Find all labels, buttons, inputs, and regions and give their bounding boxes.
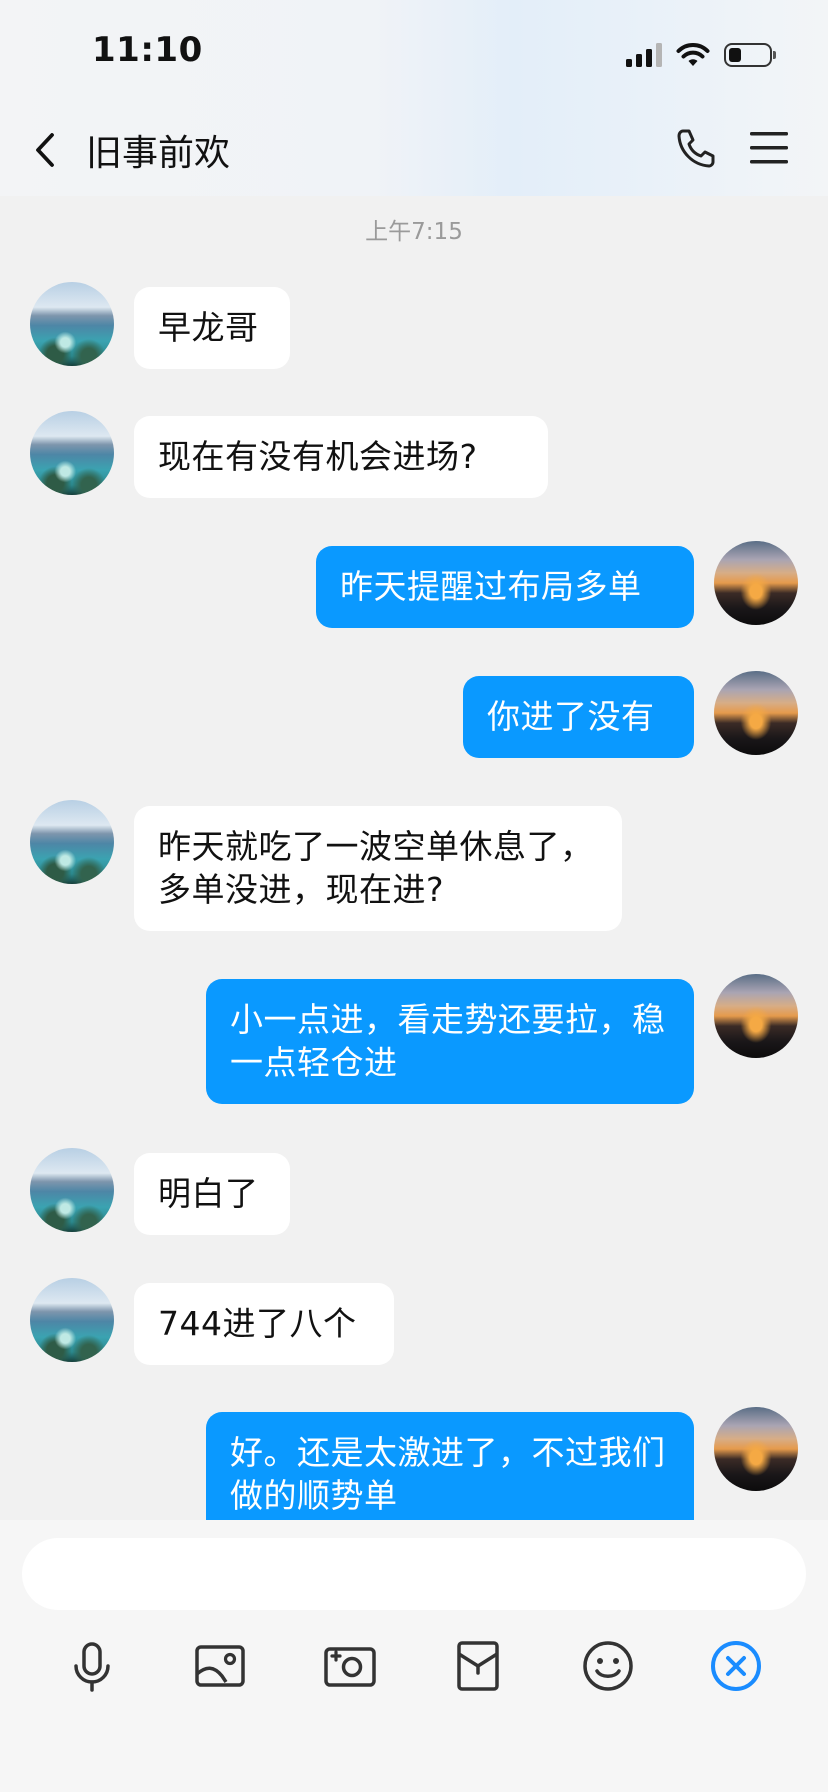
battery-icon (724, 43, 776, 67)
self-avatar[interactable] (714, 541, 798, 625)
nav-bar: 旧事前欢 (0, 110, 828, 190)
composer-bar (0, 1520, 828, 1792)
emoji-icon[interactable] (580, 1638, 636, 1694)
message-bubble-outgoing[interactable]: 昨天提醒过布局多单 (316, 546, 694, 628)
mic-icon[interactable] (64, 1638, 120, 1694)
friend-avatar[interactable] (30, 411, 114, 495)
back-icon[interactable] (30, 130, 64, 170)
message-bubble-incoming[interactable]: 明白了 (134, 1153, 290, 1235)
red-packet-icon[interactable] (450, 1638, 506, 1694)
status-icons (626, 38, 776, 72)
cellular-signal-icon (626, 43, 662, 67)
phone-call-icon[interactable] (674, 126, 718, 170)
self-avatar[interactable] (714, 974, 798, 1058)
message-bubble-incoming[interactable]: 744进了八个 (134, 1283, 394, 1365)
message-bubble-incoming[interactable]: 昨天就吃了一波空单休息了，多单没进，现在进? (134, 806, 622, 931)
message-bubble-outgoing[interactable]: 你进了没有 (463, 676, 694, 758)
self-avatar[interactable] (714, 671, 798, 755)
chat-timestamp: 上午7:15 (365, 219, 463, 245)
image-icon[interactable] (192, 1638, 248, 1694)
self-avatar[interactable] (714, 1407, 798, 1491)
friend-avatar[interactable] (30, 800, 114, 884)
wifi-icon (676, 43, 710, 66)
message-input[interactable] (22, 1538, 806, 1610)
friend-avatar[interactable] (30, 1148, 114, 1232)
chat-title: 旧事前欢 (86, 133, 231, 174)
friend-avatar[interactable] (30, 282, 114, 366)
status-time: 11:10 (92, 30, 203, 70)
message-bubble-incoming[interactable]: 早龙哥 (134, 287, 290, 369)
close-icon[interactable] (708, 1638, 764, 1694)
message-bubble-incoming[interactable]: 现在有没有机会进场? (134, 416, 548, 498)
camera-icon[interactable] (322, 1638, 378, 1694)
message-bubble-outgoing[interactable]: 好。还是太激进了，不过我们做的顺势单 (206, 1412, 694, 1537)
header: 11:10 旧事前欢 (0, 0, 828, 196)
message-bubble-outgoing[interactable]: 小一点进，看走势还要拉，稳一点轻仓进 (206, 979, 694, 1104)
menu-icon[interactable] (748, 130, 790, 166)
friend-avatar[interactable] (30, 1278, 114, 1362)
